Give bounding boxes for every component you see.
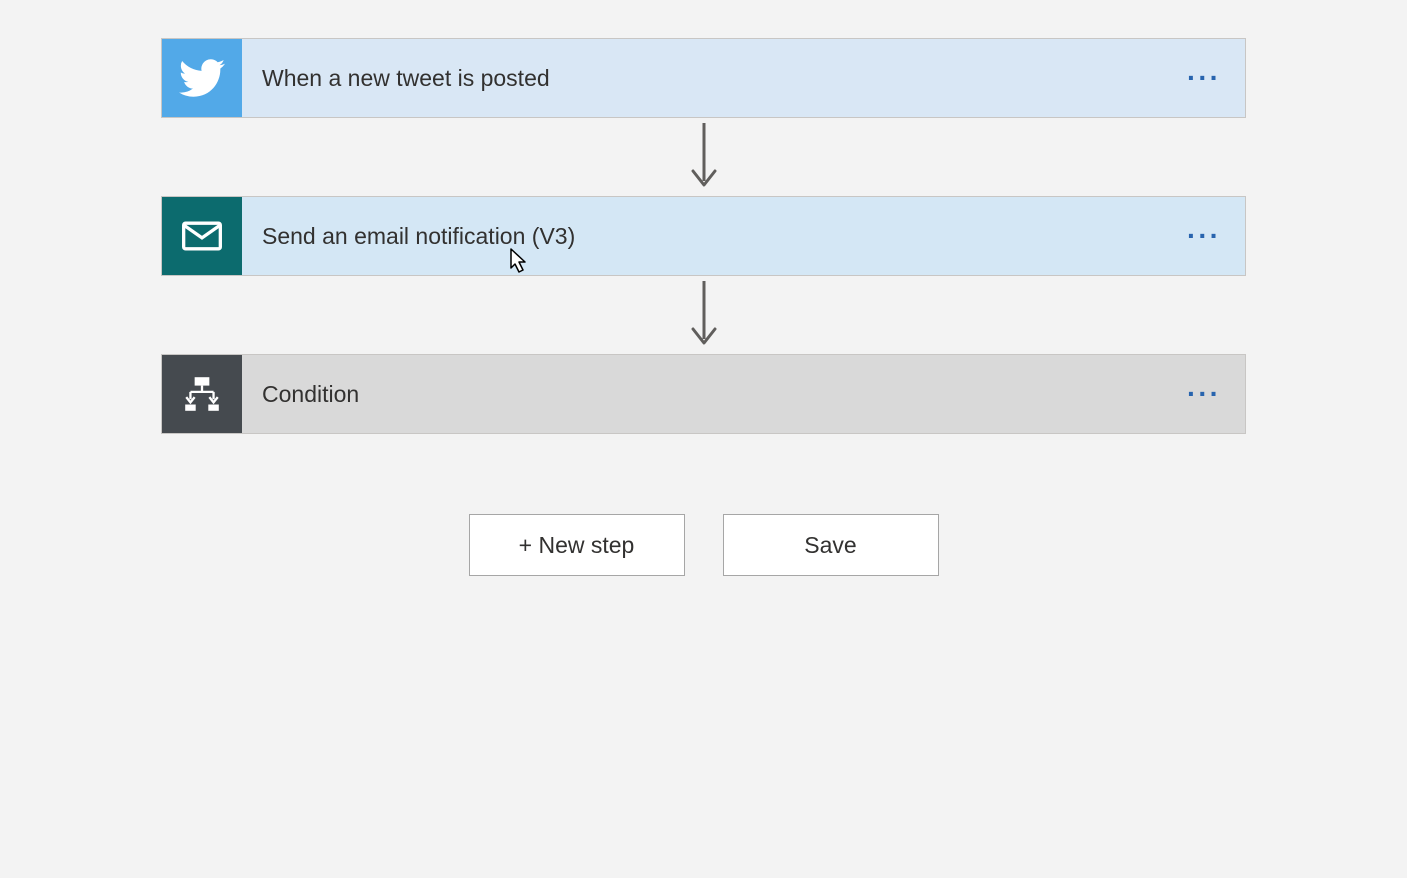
button-row: + New step Save [161, 514, 1246, 576]
connector-arrow-1 [161, 118, 1246, 196]
arrow-down-icon [690, 123, 718, 191]
twitter-icon [162, 39, 242, 117]
save-button[interactable]: Save [723, 514, 939, 576]
new-step-button[interactable]: + New step [469, 514, 685, 576]
flow-designer: When a new tweet is posted ··· Send an e… [161, 38, 1246, 576]
action-step-label: Send an email notification (V3) [242, 223, 1163, 250]
condition-step-card[interactable]: Condition ··· [161, 354, 1246, 434]
arrow-down-icon [690, 281, 718, 349]
condition-icon [162, 355, 242, 433]
trigger-step-label: When a new tweet is posted [242, 65, 1163, 92]
trigger-step-card[interactable]: When a new tweet is posted ··· [161, 38, 1246, 118]
action-step-card[interactable]: Send an email notification (V3) ··· [161, 196, 1246, 276]
condition-step-label: Condition [242, 381, 1163, 408]
email-icon [162, 197, 242, 275]
connector-arrow-2 [161, 276, 1246, 354]
